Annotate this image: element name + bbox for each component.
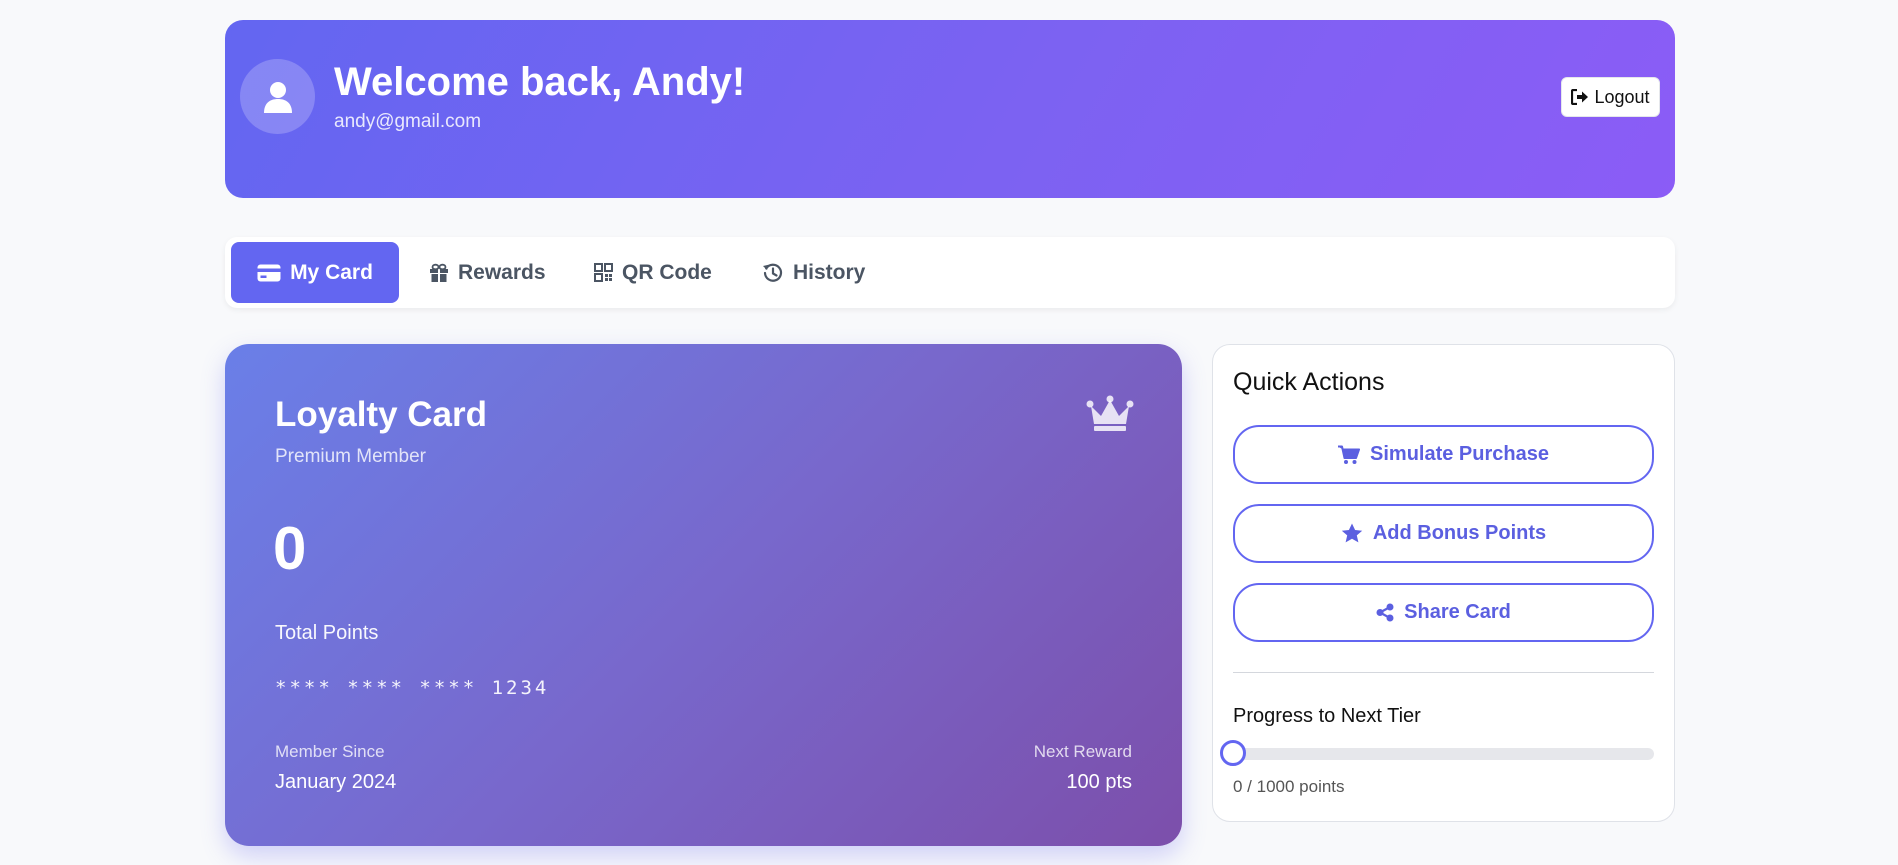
star-icon [1341, 523, 1363, 543]
panel-title: Quick Actions [1233, 368, 1385, 396]
crown-icon [1086, 395, 1134, 431]
points-label: Total Points [275, 622, 379, 644]
welcome-header: Welcome back, Andy! andy@gmail.com Logou… [225, 20, 1675, 198]
tab-bar: My Card Rewards QR Code History [225, 237, 1675, 308]
tab-history[interactable]: History [762, 242, 865, 303]
history-icon [763, 263, 783, 282]
next-reward-label: Next Reward [1033, 742, 1132, 761]
cart-icon [1338, 445, 1361, 464]
welcome-title: Welcome back, Andy! [334, 60, 746, 104]
tab-label: My Card [290, 260, 373, 284]
action-label: Simulate Purchase [1370, 443, 1549, 465]
logout-button[interactable]: Logout [1561, 77, 1660, 117]
credit-card-icon [257, 264, 281, 281]
progress-text: 0 / 1000 points [1233, 777, 1345, 796]
add-bonus-points-button[interactable]: Add Bonus Points [1233, 504, 1654, 563]
qrcode-icon [594, 263, 613, 282]
user-email: andy@gmail.com [334, 111, 482, 132]
quick-actions-panel: Quick Actions Simulate Purchase Add Bonu… [1212, 344, 1675, 822]
gift-icon [430, 263, 448, 282]
member-since-label: Member Since [275, 742, 385, 761]
tier-progress-bar [1220, 740, 1654, 766]
card-title: Loyalty Card [275, 395, 487, 434]
action-label: Add Bonus Points [1372, 522, 1547, 544]
card-number: **** **** **** 1234 [275, 677, 550, 699]
next-reward-value: 100 pts [1066, 771, 1132, 793]
membership-tier: Premium Member [275, 446, 426, 467]
share-card-button[interactable]: Share Card [1233, 583, 1654, 642]
action-label: Share Card [1404, 601, 1511, 623]
tab-my-card[interactable]: My Card [231, 242, 399, 303]
user-icon [263, 81, 292, 113]
sign-out-icon [1571, 89, 1589, 105]
tab-label: Rewards [458, 260, 546, 284]
progress-title: Progress to Next Tier [1233, 705, 1421, 727]
tab-label: History [793, 260, 866, 284]
loyalty-card: Loyalty Card Premium Member 0 Total Poin… [225, 344, 1182, 846]
simulate-purchase-button[interactable]: Simulate Purchase [1233, 425, 1654, 484]
divider [1233, 672, 1654, 673]
member-since-value: January 2024 [275, 771, 397, 793]
progress-knob [1220, 740, 1246, 766]
tab-qr-code[interactable]: QR Code [594, 242, 712, 303]
avatar [240, 59, 315, 134]
share-icon [1376, 603, 1394, 622]
logout-label: Logout [1594, 86, 1650, 107]
tab-label: QR Code [622, 260, 712, 284]
tab-rewards[interactable]: Rewards [429, 242, 546, 303]
points-value: 0 [273, 515, 307, 582]
